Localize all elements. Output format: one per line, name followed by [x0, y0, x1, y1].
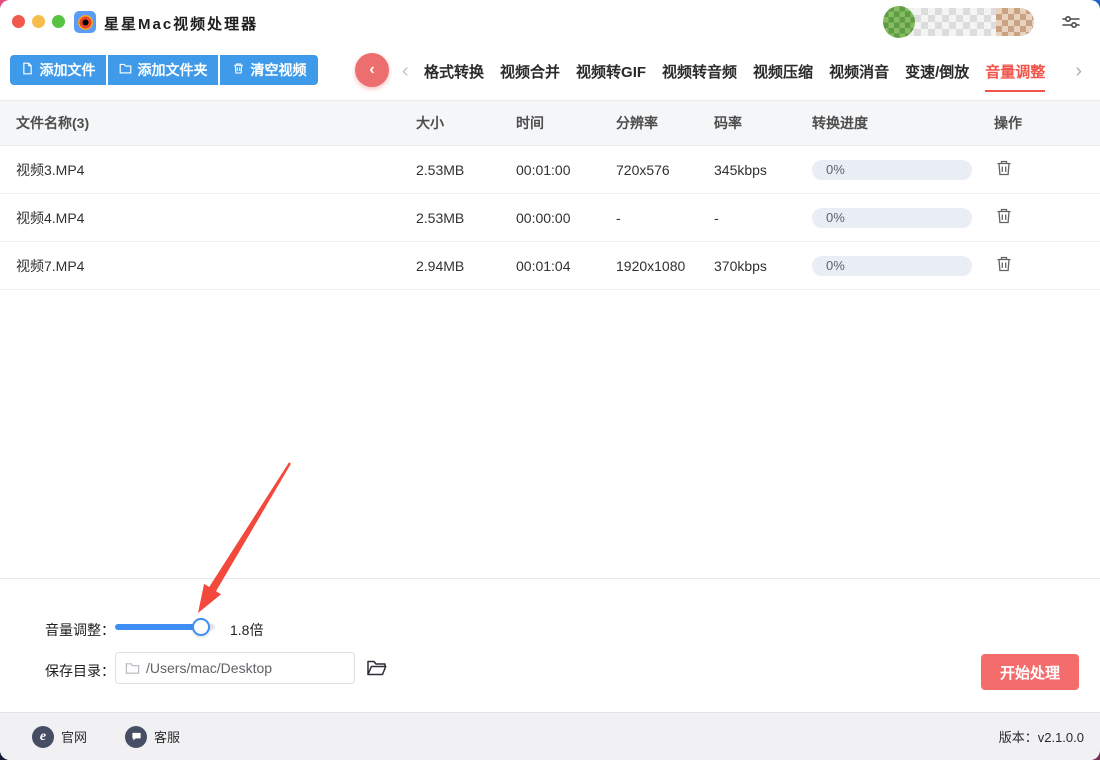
progress-bar: 0%: [812, 255, 972, 276]
header-bitrate: 码率: [714, 115, 742, 131]
cell-file-name: 视频3.MP4: [16, 161, 85, 178]
delete-row-button[interactable]: [994, 207, 1014, 227]
tab-bar: 格式转换 视频合并 视频转GIF 视频转音频 视频压缩 视频消音 变速/倒放 音…: [424, 52, 1046, 92]
back-button[interactable]: ‹: [355, 53, 389, 87]
add-file-label: 添加文件: [39, 62, 96, 78]
minimize-button[interactable]: [32, 15, 45, 28]
cell-bitrate: -: [714, 209, 719, 226]
folder-icon: [125, 661, 140, 676]
red-arrow-annotation: [198, 462, 291, 613]
back-chevron-icon: ‹: [369, 61, 375, 78]
cell-size: 2.94MB: [416, 257, 465, 274]
customer-service-label: 客服: [154, 730, 181, 745]
tab-video-compress[interactable]: 视频压缩: [753, 52, 813, 90]
save-dir-label: 保存目录：: [45, 663, 115, 679]
browser-e-icon: e: [32, 725, 54, 748]
close-button[interactable]: [12, 15, 25, 28]
panel-divider: [0, 578, 1100, 579]
header-resolution: 分辨率: [616, 115, 658, 131]
version-text: 版本：v2.1.0.0: [998, 730, 1084, 745]
titlebar: 星星Mac视频处理器: [0, 0, 1100, 44]
app-icon: [74, 11, 96, 33]
tabs-prev-chevron-icon[interactable]: ‹: [402, 52, 409, 90]
tab-video-to-gif[interactable]: 视频转GIF: [576, 52, 646, 90]
app-title: 星星Mac视频处理器: [104, 16, 259, 33]
header-time: 时间: [516, 115, 544, 131]
save-dir-field: [115, 652, 355, 684]
volume-label: 音量调整：: [45, 622, 115, 638]
tab-format-convert[interactable]: 格式转换: [424, 52, 484, 90]
user-avatar[interactable]: [883, 6, 915, 38]
add-file-button[interactable]: 添加文件: [10, 55, 106, 85]
table-header-row: 文件名称(3) 大小 时间 分辨率 码率 转换进度 操作: [0, 100, 1100, 146]
progress-bar: 0%: [812, 159, 972, 180]
cell-time: 00:01:04: [516, 257, 571, 274]
progress-bar: 0%: [812, 207, 972, 228]
official-site-label: 官网: [61, 730, 88, 745]
cell-resolution: -: [616, 209, 621, 226]
zoom-button[interactable]: [52, 15, 65, 28]
chat-bubble-icon: [125, 725, 148, 748]
censored-badge: [996, 8, 1034, 36]
cell-time: 00:01:00: [516, 161, 571, 178]
table-row[interactable]: 视频3.MP4 2.53MB 00:01:00 720x576 345kbps …: [0, 146, 1100, 194]
cell-bitrate: 345kbps: [714, 161, 767, 178]
cell-time: 00:00:00: [516, 209, 571, 226]
volume-slider-thumb[interactable]: [192, 618, 210, 636]
start-processing-button[interactable]: 开始处理: [981, 654, 1079, 690]
table-row[interactable]: 视频4.MP4 2.53MB 00:00:00 - - 0%: [0, 194, 1100, 242]
clear-videos-label: 清空视频: [250, 62, 307, 78]
file-button-group: 添加文件 添加文件夹 清空视频: [10, 55, 318, 85]
volume-value: 1.8倍: [230, 622, 264, 638]
add-folder-label: 添加文件夹: [137, 62, 208, 78]
save-dir-input[interactable]: [146, 653, 348, 683]
cell-file-name: 视频7.MP4: [16, 257, 85, 274]
app-window: 星星Mac视频处理器 添加文件 添加文件夹 清空视频 ‹ ‹ 格式转换 视频合并…: [0, 0, 1100, 760]
cell-size: 2.53MB: [416, 209, 465, 226]
tab-volume-adjust[interactable]: 音量调整: [985, 52, 1046, 92]
cell-size: 2.53MB: [416, 161, 465, 178]
delete-row-button[interactable]: [994, 159, 1014, 179]
cell-resolution: 720x576: [616, 161, 670, 178]
tab-video-to-audio[interactable]: 视频转音频: [662, 52, 737, 90]
browse-folder-button[interactable]: [366, 658, 388, 678]
official-site-link[interactable]: e 官网: [32, 725, 88, 748]
header-action: 操作: [994, 115, 1022, 131]
actions-bar: 添加文件 添加文件夹 清空视频 ‹ ‹ 格式转换 视频合并 视频转GIF 视频转…: [0, 52, 1100, 92]
censored-username: [914, 8, 996, 36]
cell-file-name: 视频4.MP4: [16, 209, 85, 226]
tab-video-mute[interactable]: 视频消音: [829, 52, 889, 90]
settings-sliders-icon[interactable]: [1060, 11, 1082, 33]
cell-bitrate: 370kbps: [714, 257, 767, 274]
cell-resolution: 1920x1080: [616, 257, 686, 274]
header-file-name: 文件名称(3): [16, 115, 90, 131]
delete-row-button[interactable]: [994, 255, 1014, 275]
trash-icon: [232, 62, 245, 78]
folder-icon: [119, 62, 132, 78]
customer-service-link[interactable]: 客服: [125, 725, 181, 748]
header-size: 大小: [416, 115, 444, 131]
tabs-next-chevron-icon[interactable]: ›: [1075, 52, 1082, 90]
tab-speed-reverse[interactable]: 变速/倒放: [905, 52, 969, 90]
table-row[interactable]: 视频7.MP4 2.94MB 00:01:04 1920x1080 370kbp…: [0, 242, 1100, 290]
header-progress: 转换进度: [812, 115, 868, 131]
tab-video-merge[interactable]: 视频合并: [500, 52, 560, 90]
file-icon: [21, 62, 34, 78]
volume-slider-fill: [115, 624, 201, 630]
footer: e 官网 客服 版本：v2.1.0.0: [0, 712, 1100, 760]
clear-videos-button[interactable]: 清空视频: [220, 55, 318, 85]
file-table: 文件名称(3) 大小 时间 分辨率 码率 转换进度 操作 视频3.MP4 2.5…: [0, 100, 1100, 290]
add-folder-button[interactable]: 添加文件夹: [108, 55, 218, 85]
